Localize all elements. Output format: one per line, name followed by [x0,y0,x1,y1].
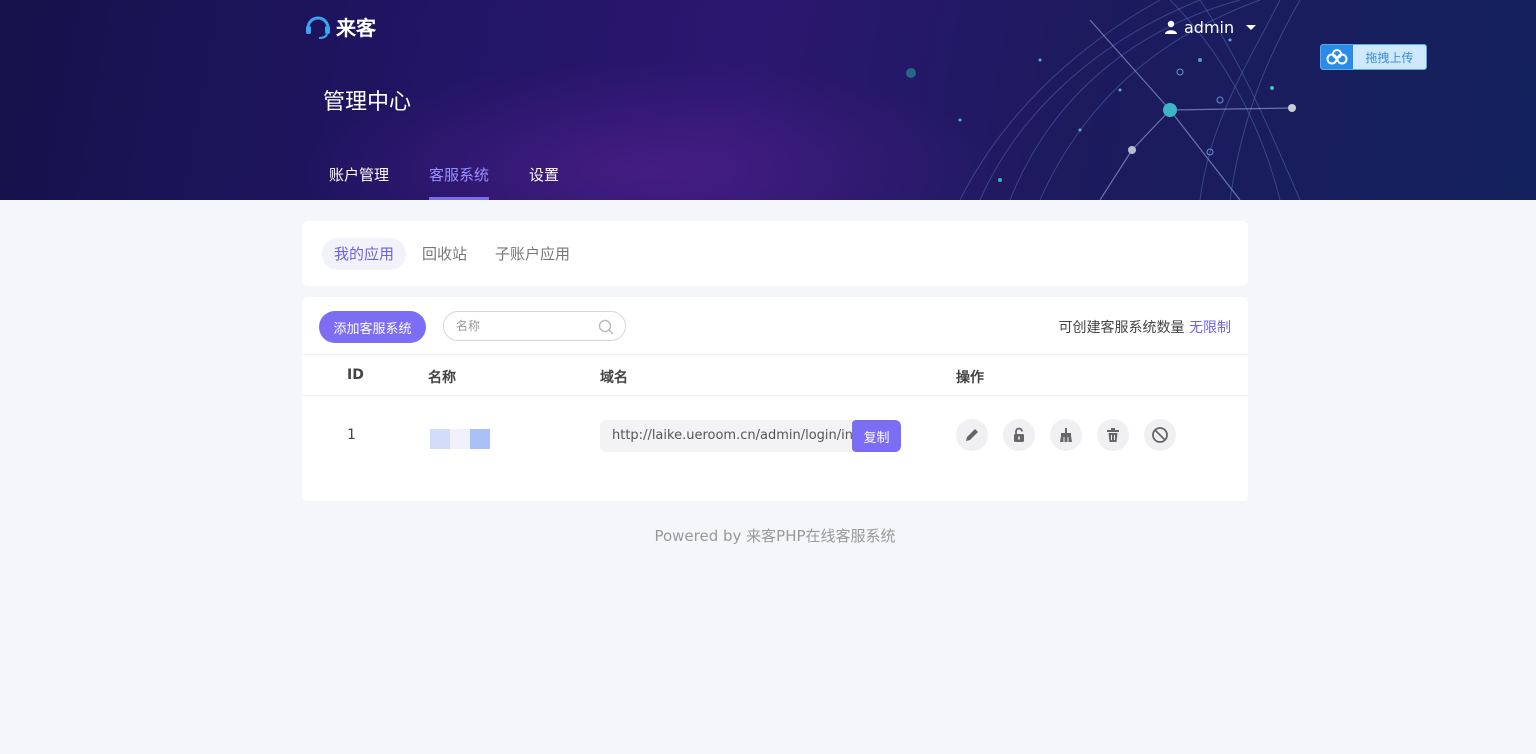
header-id: ID [347,367,364,383]
drag-upload-label: 拖拽上传 [1365,50,1414,65]
disable-button[interactable] [1144,419,1176,451]
edit-button[interactable] [956,419,988,451]
broom-icon [1060,428,1072,442]
header-domain: 域名 [600,370,628,386]
main-nav: 账户管理 客服系统 设置 [329,164,599,200]
delete-button[interactable] [1097,419,1129,451]
brand-name: 来客 [336,15,376,40]
tab-recycle-bin[interactable]: 回收站 [410,238,479,270]
header-actions: 操作 [956,370,984,386]
domain-field: http://laike.ueroom.cn/admin/login/index… [600,420,901,452]
nav-item-settings[interactable]: 设置 [529,164,559,200]
nav-item-customer-service[interactable]: 客服系统 [429,164,490,200]
user-name: admin [1184,17,1235,37]
clean-button[interactable] [1050,419,1082,451]
row-id: 1 [347,427,356,443]
table-row: 1 http://laike.ueroom.cn/admin/login/ind… [302,397,1248,475]
header-name: 名称 [428,370,456,386]
search-icon[interactable] [598,319,614,335]
quota-label: 可创建客服系统数量 [1058,320,1185,336]
trash-icon [1107,428,1119,442]
page-title: 管理中心 [323,90,412,115]
table-header: ID 名称 域名 操作 [302,354,1248,396]
nav-item-accounts[interactable]: 账户管理 [329,164,389,200]
tab-sub-account-apps[interactable]: 子账户应用 [483,238,582,270]
brand-logo[interactable]: 来客 [304,12,376,40]
headset-icon [306,16,330,39]
ban-icon [1152,427,1168,443]
quota-value: 无限制 [1189,320,1231,336]
tab-my-apps[interactable]: 我的应用 [322,238,407,270]
user-icon [1165,20,1177,34]
search-box [443,311,626,341]
subtabs-card: 我的应用 回收站 子账户应用 [302,221,1248,286]
add-service-button[interactable]: 添加客服系统 [319,311,426,343]
header-banner: 来客 admin 拖拽上传 管理中心 账户管理 客服系统 设置 [0,0,1536,200]
edit-icon [966,429,978,441]
subtabs: 我的应用 回收站 子账户应用 [322,238,586,270]
drag-upload-button[interactable]: 拖拽上传 [1320,44,1427,70]
unlock-icon [1014,427,1024,442]
quota-info: 可创建客服系统数量 无限制 [1059,317,1231,337]
copy-button[interactable]: 复制 [852,420,901,452]
domain-url[interactable]: http://laike.ueroom.cn/admin/login/index [612,428,852,443]
caret-down-icon [1246,24,1257,30]
apps-card: 添加客服系统 可创建客服系统数量 无限制 ID 名称 域名 操作 1 http:… [302,297,1248,501]
row-name-redacted [430,429,490,449]
unlock-button[interactable] [1003,419,1035,451]
search-input[interactable] [456,312,596,340]
footer-powered-by: Powered by 来客PHP在线客服系统 [654,527,896,545]
row-actions [956,419,1176,451]
user-menu[interactable]: admin [1164,16,1257,38]
cloud-icon [1321,45,1353,69]
